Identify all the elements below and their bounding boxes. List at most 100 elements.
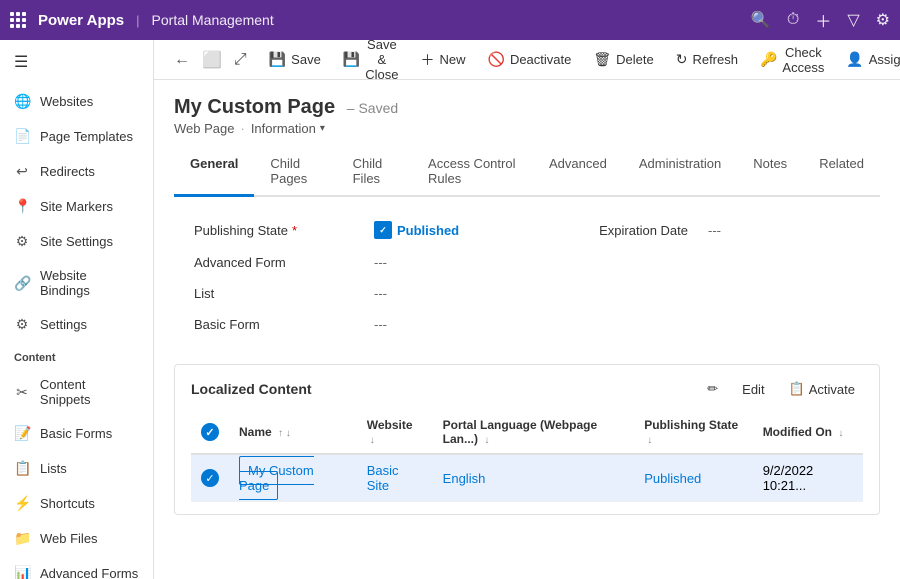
tab-advanced[interactable]: Advanced bbox=[533, 148, 623, 197]
form-section: Publishing State * ✓ Published Expiratio… bbox=[174, 197, 880, 356]
module-name: Portal Management bbox=[152, 12, 274, 28]
form-type-chevron: ▾ bbox=[320, 123, 325, 134]
web-files-icon: 📁 bbox=[14, 530, 30, 547]
basic-form-row: Basic Form --- bbox=[174, 309, 880, 340]
row-publishing-state-cell: Published bbox=[634, 454, 753, 502]
row-name-link[interactable]: My Custom Page bbox=[239, 456, 314, 500]
language-sort-icon: ↓ bbox=[484, 435, 489, 446]
sidebar-item-site-markers[interactable]: 📍 Site Markers bbox=[0, 189, 153, 224]
row-name-cell[interactable]: My Custom Page bbox=[229, 454, 357, 502]
publishing-state-row: Publishing State * ✓ Published Expiratio… bbox=[174, 213, 880, 247]
tabs: General Child Pages Child Files Access C… bbox=[174, 148, 880, 197]
form-type-dropdown[interactable]: Information ▾ bbox=[251, 121, 325, 136]
sidebar-item-settings[interactable]: ⚙ Settings bbox=[0, 307, 153, 342]
new-button[interactable]: ＋ New bbox=[410, 46, 475, 74]
filter-icon[interactable]: ▽ bbox=[847, 10, 859, 30]
sidebar-label-shortcuts: Shortcuts bbox=[40, 496, 95, 511]
page-saved-status: – Saved bbox=[347, 100, 398, 116]
edit-button[interactable]: Edit bbox=[734, 378, 772, 401]
nav-buttons: ← ⬜ ⤢ bbox=[164, 48, 257, 72]
sidebar-item-website-bindings[interactable]: 🔗 Website Bindings bbox=[0, 259, 153, 307]
deactivate-button[interactable]: 🚫 Deactivate bbox=[478, 47, 582, 72]
assign-button[interactable]: 👤 Assign bbox=[836, 47, 900, 72]
language-column-header[interactable]: Portal Language (Webpage Lan...) ↓ bbox=[433, 411, 635, 454]
tab-related[interactable]: Related bbox=[803, 148, 880, 197]
row-checkbox[interactable]: ✓ bbox=[201, 469, 219, 487]
delete-button[interactable]: 🗑 Delete bbox=[583, 47, 663, 72]
site-settings-icon: ⚙ bbox=[14, 233, 30, 250]
tab-notes[interactable]: Notes bbox=[737, 148, 803, 197]
search-icon[interactable]: 🔍 bbox=[751, 10, 771, 30]
list-row: List --- bbox=[174, 278, 880, 309]
add-icon[interactable]: ＋ bbox=[815, 8, 831, 32]
shortcuts-icon: ⚡ bbox=[14, 495, 30, 512]
activate-button[interactable]: 📋 Activate bbox=[781, 377, 863, 401]
sidebar-item-page-templates[interactable]: 📄 Page Templates bbox=[0, 119, 153, 154]
modified-on-column-header[interactable]: Modified On ↓ bbox=[753, 411, 863, 454]
row-website-link[interactable]: Basic Site bbox=[367, 463, 399, 493]
sidebar-item-lists[interactable]: 📋 Lists bbox=[0, 451, 153, 486]
tab-child-pages[interactable]: Child Pages bbox=[254, 148, 336, 197]
settings-icon[interactable]: ⚙ bbox=[876, 10, 890, 30]
redirects-icon: ↩ bbox=[14, 163, 30, 180]
browse-button[interactable]: ⬜ bbox=[198, 48, 226, 72]
sidebar-label-redirects: Redirects bbox=[40, 164, 95, 179]
expiration-date-label: Expiration Date bbox=[599, 223, 688, 238]
save-icon: 💾 bbox=[269, 51, 286, 68]
activate-icon: 📋 bbox=[789, 381, 805, 397]
settings-nav-icon: ⚙ bbox=[14, 316, 30, 333]
deactivate-icon: 🚫 bbox=[488, 51, 505, 68]
localized-table: ✓ Name ↑ ↓ Website ↓ Portal La bbox=[191, 411, 863, 502]
tab-child-files[interactable]: Child Files bbox=[337, 148, 412, 197]
row-language-link[interactable]: English bbox=[443, 471, 486, 486]
website-column-header[interactable]: Website ↓ bbox=[357, 411, 433, 454]
detach-button[interactable]: ⤢ bbox=[230, 49, 251, 71]
app-grid-icon[interactable] bbox=[10, 12, 26, 28]
publishing-state-column-header[interactable]: Publishing State ↓ bbox=[634, 411, 753, 454]
sidebar-item-site-settings[interactable]: ⚙ Site Settings bbox=[0, 224, 153, 259]
sidebar-hamburger[interactable]: ☰ bbox=[0, 40, 153, 84]
sidebar-item-web-files[interactable]: 📁 Web Files bbox=[0, 521, 153, 556]
advanced-form-label: Advanced Form bbox=[194, 255, 354, 270]
sidebar-item-basic-forms[interactable]: 📝 Basic Forms bbox=[0, 416, 153, 451]
select-all-header[interactable]: ✓ bbox=[191, 411, 229, 454]
tab-general[interactable]: General bbox=[174, 148, 254, 197]
sidebar-item-content-snippets[interactable]: ✂ Content Snippets bbox=[0, 368, 153, 416]
select-all-checkbox[interactable]: ✓ bbox=[201, 423, 219, 441]
save-button[interactable]: 💾 Save bbox=[259, 47, 331, 72]
back-button[interactable]: ← bbox=[170, 49, 194, 71]
publishing-state-value[interactable]: ✓ Published bbox=[374, 221, 459, 239]
sidebar-label-page-templates: Page Templates bbox=[40, 129, 133, 144]
check-access-button[interactable]: 🔑 Check Access bbox=[750, 41, 834, 79]
tab-administration[interactable]: Administration bbox=[623, 148, 737, 197]
name-column-header[interactable]: Name ↑ ↓ bbox=[229, 411, 357, 454]
command-bar: ← ⬜ ⤢ 💾 Save 💾 Save & Close ＋ New 🚫 Deac… bbox=[154, 40, 900, 80]
refresh-button[interactable]: ↻ Refresh bbox=[666, 47, 748, 72]
row-website-cell: Basic Site bbox=[357, 454, 433, 502]
website-bindings-icon: 🔗 bbox=[14, 275, 30, 292]
table-row[interactable]: ✓ My Custom Page Basic Site English bbox=[191, 454, 863, 502]
page-templates-icon: 📄 bbox=[14, 128, 30, 145]
sidebar-item-advanced-forms[interactable]: 📊 Advanced Forms bbox=[0, 556, 153, 579]
refresh-icon: ↻ bbox=[676, 51, 688, 68]
list-label: List bbox=[194, 286, 354, 301]
entity-type: Web Page bbox=[174, 121, 234, 136]
advanced-form-row: Advanced Form --- bbox=[174, 247, 880, 278]
sidebar-item-shortcuts[interactable]: ⚡ Shortcuts bbox=[0, 486, 153, 521]
sidebar-label-lists: Lists bbox=[40, 461, 67, 476]
row-publishing-state-link[interactable]: Published bbox=[644, 471, 701, 486]
modified-on-sort-icon: ↓ bbox=[838, 428, 843, 439]
sidebar-label-site-markers: Site Markers bbox=[40, 199, 113, 214]
sidebar-item-redirects[interactable]: ↩ Redirects bbox=[0, 154, 153, 189]
edit-pen-button[interactable]: ✏ bbox=[699, 377, 726, 401]
save-close-icon: 💾 bbox=[343, 51, 360, 68]
history-icon[interactable]: ⏱ bbox=[787, 11, 799, 29]
tab-access-control-rules[interactable]: Access Control Rules bbox=[412, 148, 533, 197]
content-section-label: Content bbox=[0, 342, 153, 368]
row-language-cell: English bbox=[433, 454, 635, 502]
row-checkbox-cell[interactable]: ✓ bbox=[191, 454, 229, 502]
sidebar-label-website-bindings: Website Bindings bbox=[40, 268, 139, 298]
sidebar-item-websites[interactable]: 🌐 Websites bbox=[0, 84, 153, 119]
app-name[interactable]: Power Apps bbox=[38, 12, 124, 29]
expiration-date-value: --- bbox=[708, 223, 721, 238]
